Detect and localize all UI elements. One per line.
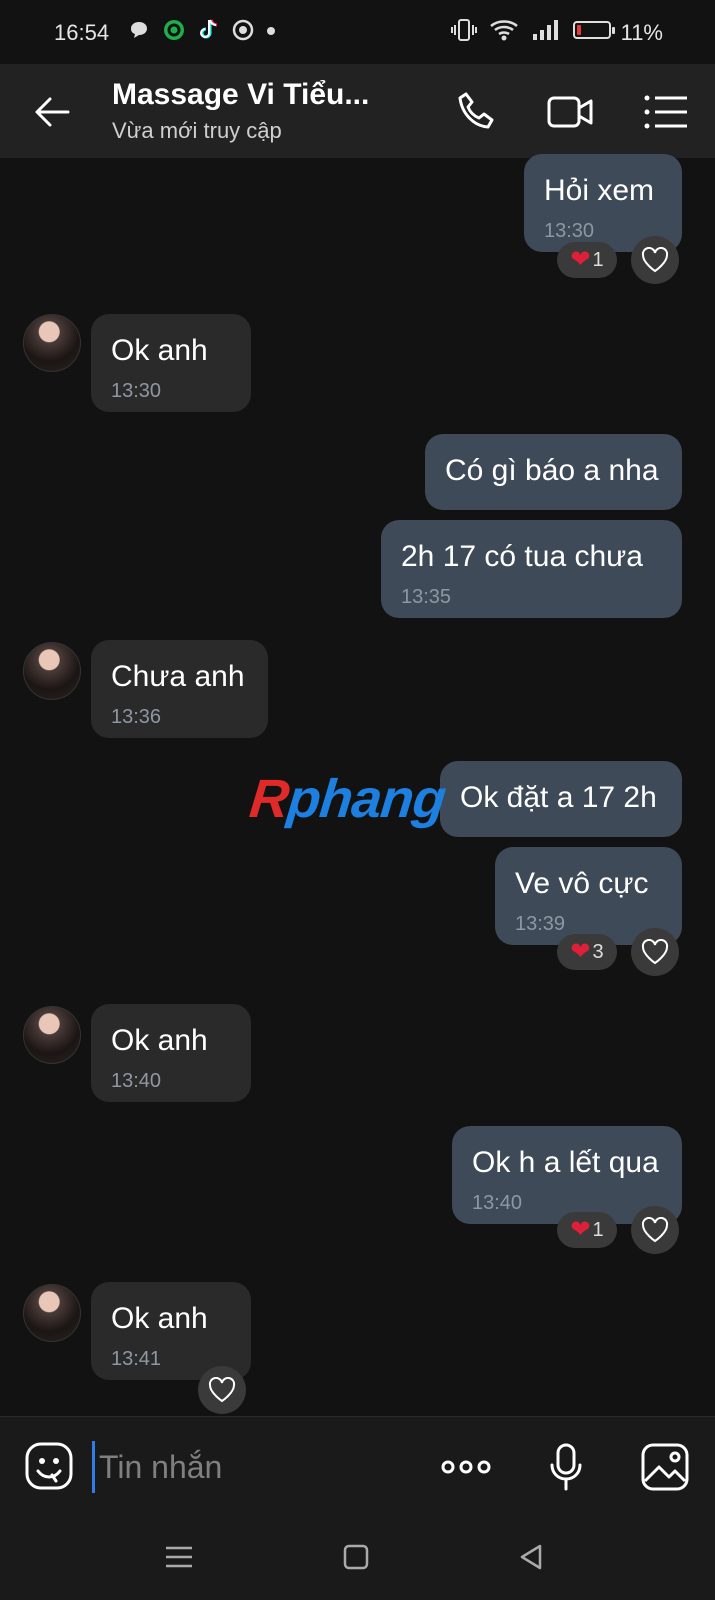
- message-time: 13:40: [472, 1192, 523, 1214]
- heart-icon: ❤: [570, 246, 591, 273]
- watermark-first-letter: R: [246, 769, 292, 829]
- message-text: Có gì báo a nha: [445, 454, 659, 487]
- message-bubble-in[interactable]: Chưa anh 13:36: [91, 640, 268, 738]
- avatar[interactable]: [23, 642, 81, 700]
- message-text: Ve vô cực: [515, 867, 649, 900]
- reaction-badge[interactable]: ❤ 1: [557, 242, 617, 278]
- battery-icon: [573, 21, 615, 39]
- recents-icon[interactable]: [162, 1540, 196, 1574]
- like-button[interactable]: [631, 928, 679, 976]
- like-button[interactable]: [631, 236, 679, 284]
- vibrate-icon: [451, 19, 477, 41]
- heart-outline-icon: [208, 1377, 236, 1403]
- like-button[interactable]: [198, 1366, 246, 1414]
- image-icon[interactable]: [639, 1441, 691, 1493]
- heart-outline-icon: [641, 1217, 669, 1243]
- message-time: 13:30: [111, 380, 162, 402]
- message-text: Ok anh: [111, 1302, 208, 1335]
- message-time: 13:35: [401, 586, 452, 608]
- emoji-icon[interactable]: [24, 1441, 74, 1491]
- message-bubble-out[interactable]: Có gì báo a nha: [425, 434, 682, 510]
- back-icon[interactable]: [514, 1540, 548, 1574]
- heart-icon: ❤: [570, 938, 591, 965]
- avatar[interactable]: [23, 314, 81, 372]
- dot-icon: [267, 27, 275, 35]
- message-bubble-in[interactable]: Ok anh 13:41: [91, 1282, 251, 1380]
- message-bubble-out[interactable]: Ok đặt a 17 2h: [440, 761, 682, 837]
- message-time: 13:36: [111, 706, 162, 728]
- reaction-count: 3: [592, 940, 604, 963]
- battery-percent: 11%: [620, 20, 663, 45]
- system-nav-bar: [0, 1516, 715, 1600]
- like-button[interactable]: [631, 1206, 679, 1254]
- wifi-icon: [490, 20, 518, 41]
- video-call-icon[interactable]: [546, 88, 594, 136]
- contact-status: Vừa mới truy cập: [112, 118, 282, 143]
- status-bar: 16:54 11%: [0, 0, 715, 64]
- message-bubble-out[interactable]: 2h 17 có tua chưa 13:35: [381, 520, 682, 618]
- heart-icon: ❤: [570, 1216, 591, 1243]
- reaction-count: 1: [592, 248, 604, 271]
- message-text: Ok anh: [111, 1024, 208, 1057]
- message-time: 13:30: [544, 220, 595, 242]
- signal-icon: [533, 20, 558, 40]
- reaction-count: 1: [592, 1218, 604, 1241]
- microphone-icon[interactable]: [540, 1441, 592, 1493]
- message-text: Ok h a lết qua: [472, 1146, 659, 1179]
- menu-list-icon[interactable]: [642, 88, 690, 136]
- phone-icon[interactable]: [452, 88, 500, 136]
- home-icon[interactable]: [339, 1540, 373, 1574]
- reaction-badge[interactable]: ❤ 3: [557, 934, 617, 970]
- watermark-rest: phang: [284, 769, 449, 829]
- contact-name[interactable]: Massage Vi Tiểu...: [112, 78, 369, 112]
- message-time: 13:41: [111, 1348, 162, 1370]
- message-text: 2h 17 có tua chưa: [401, 540, 643, 573]
- avatar[interactable]: [23, 1284, 81, 1342]
- message-bubble-in[interactable]: Ok anh 13:40: [91, 1004, 251, 1102]
- tiktok-icon: [200, 19, 218, 39]
- target-icon: [232, 19, 254, 41]
- heart-outline-icon: [641, 247, 669, 273]
- message-text: Ok anh: [111, 334, 208, 367]
- watermark-logo: Rphang: [247, 768, 449, 830]
- heart-outline-icon: [641, 939, 669, 965]
- chat-bubble-icon: [131, 22, 147, 38]
- message-text: Ok đặt a 17 2h: [460, 781, 657, 814]
- message-time: 13:39: [515, 913, 566, 935]
- message-input[interactable]: [92, 1441, 421, 1493]
- message-bubble-in[interactable]: Ok anh 13:30: [91, 314, 251, 412]
- chat-header: Massage Vi Tiểu... Vừa mới truy cập: [0, 64, 715, 158]
- message-text: Chưa anh: [111, 660, 245, 693]
- message-composer: [0, 1416, 715, 1517]
- more-options-icon[interactable]: [440, 1441, 492, 1493]
- back-arrow-icon[interactable]: [32, 92, 72, 132]
- reaction-badge[interactable]: ❤ 1: [557, 1212, 617, 1248]
- status-time: 16:54: [54, 20, 110, 45]
- grab-icon: [164, 20, 184, 40]
- message-time: 13:40: [111, 1070, 162, 1092]
- message-text: Hỏi xem: [544, 174, 655, 207]
- avatar[interactable]: [23, 1006, 81, 1064]
